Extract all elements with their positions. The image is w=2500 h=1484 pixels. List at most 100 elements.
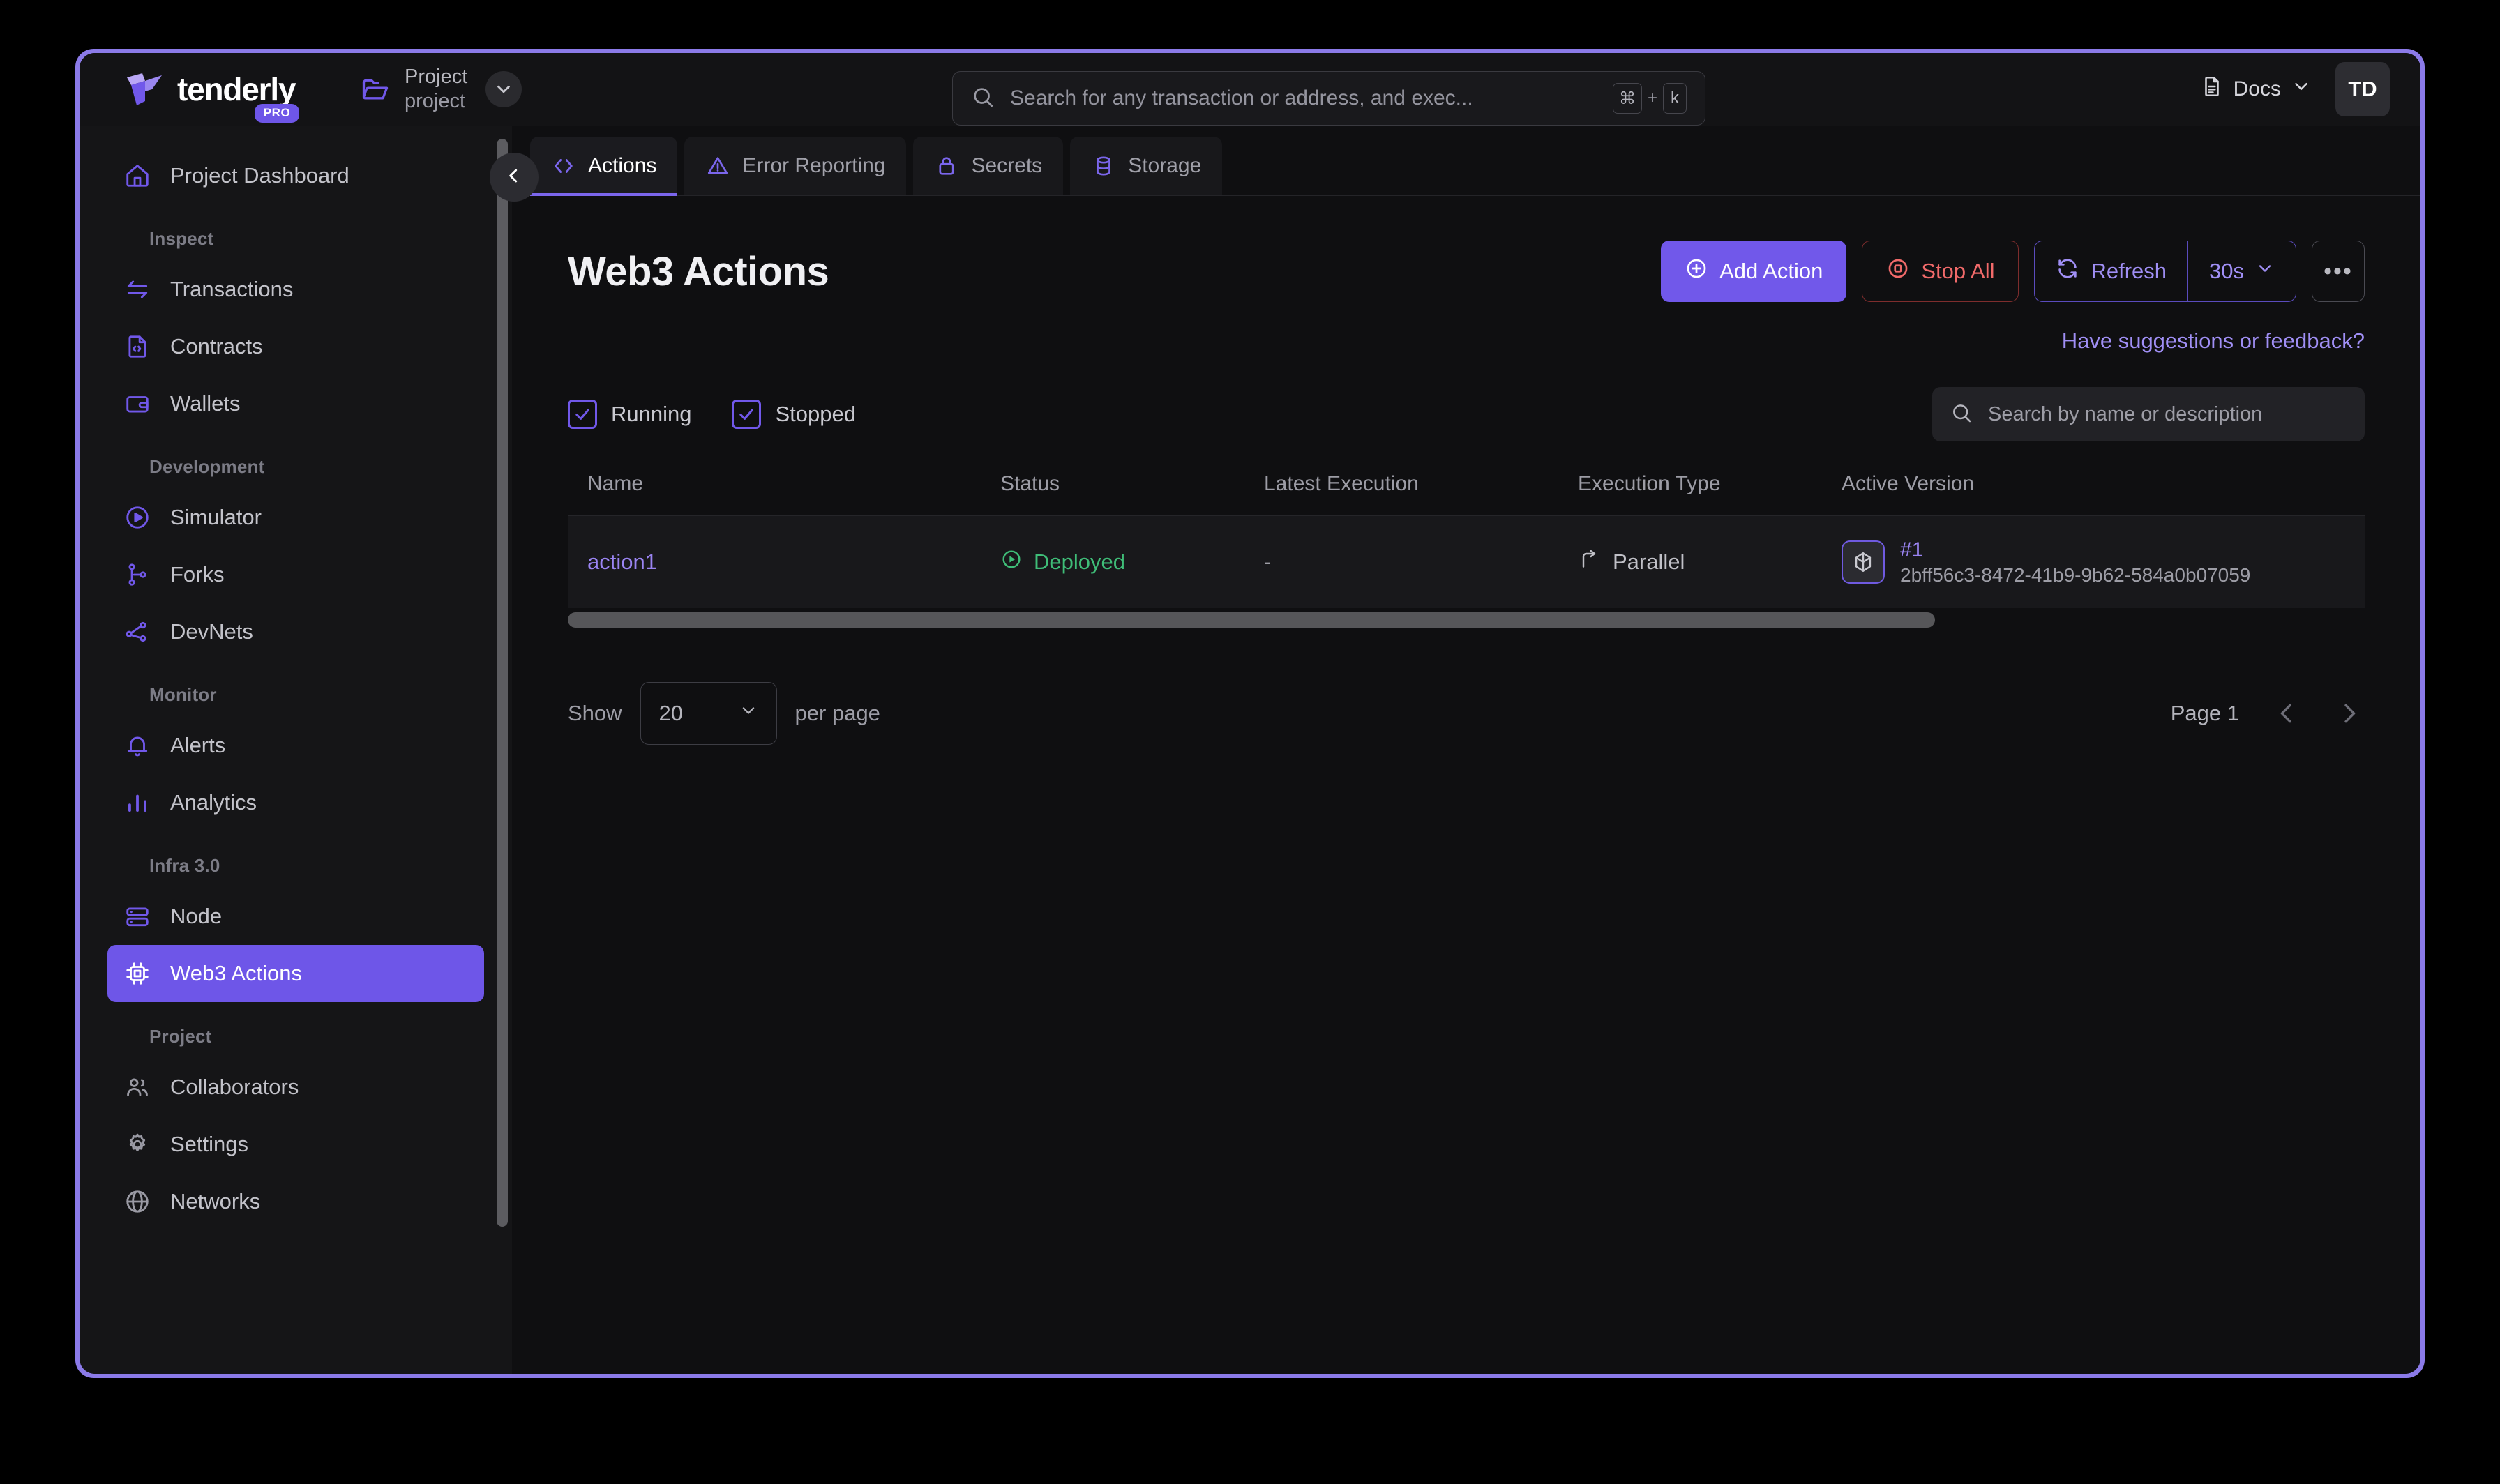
gear-icon bbox=[123, 1130, 152, 1159]
more-options-button[interactable]: ••• bbox=[2312, 241, 2365, 302]
pagination: Show 20 per page Page 1 bbox=[568, 682, 2365, 745]
feedback-row: Have suggestions or feedback? bbox=[568, 328, 2365, 354]
version-number-link[interactable]: #1 bbox=[1900, 537, 2250, 563]
sidebar-item-wallets[interactable]: Wallets bbox=[107, 375, 484, 432]
table-search-input[interactable]: Search by name or description bbox=[1932, 387, 2365, 441]
shortcut-letter-key: k bbox=[1663, 83, 1687, 114]
avatar[interactable]: TD bbox=[2335, 62, 2390, 116]
scrollbar-thumb[interactable] bbox=[568, 612, 1935, 628]
table-header-row: Name Status Latest Execution Execution T… bbox=[568, 472, 2365, 516]
add-action-label: Add Action bbox=[1719, 259, 1823, 283]
page-header: Web3 Actions Add Action Stop All Refresh… bbox=[568, 241, 2365, 302]
global-search-input[interactable]: Search for any transaction or address, a… bbox=[952, 71, 1705, 126]
sidebar-collapse-button[interactable] bbox=[490, 153, 539, 202]
table-search-placeholder: Search by name or description bbox=[1988, 402, 2263, 425]
sidebar-item-contracts[interactable]: Contracts bbox=[107, 318, 484, 375]
add-action-button[interactable]: Add Action bbox=[1661, 241, 1847, 302]
search-icon bbox=[971, 85, 995, 112]
project-selector[interactable]: Project project bbox=[360, 65, 522, 114]
play-circle-icon bbox=[1000, 548, 1023, 576]
refresh-group: Refresh 30s bbox=[2034, 241, 2296, 302]
previous-page-button[interactable] bbox=[2271, 698, 2302, 729]
play-circle-icon bbox=[123, 503, 152, 532]
shortcut-modifier-key: ⌘ bbox=[1612, 83, 1642, 114]
sidebar-item-label: Alerts bbox=[170, 733, 226, 757]
global-search-placeholder: Search for any transaction or address, a… bbox=[1010, 86, 1473, 109]
action-name-link[interactable]: action1 bbox=[587, 550, 657, 574]
sidebar-item-project-dashboard[interactable]: Project Dashboard bbox=[107, 147, 484, 204]
sidebar-item-transactions[interactable]: Transactions bbox=[107, 261, 484, 318]
tab-secrets[interactable]: Secrets bbox=[913, 137, 1064, 195]
column-header-latest-execution: Latest Execution bbox=[1264, 472, 1419, 495]
sidebar-item-forks[interactable]: Forks bbox=[107, 546, 484, 603]
git-branch-icon bbox=[123, 560, 152, 589]
body: Project Dashboard Inspect Transactions C… bbox=[80, 126, 2420, 1374]
lock-icon bbox=[934, 153, 959, 179]
sidebar-section-inspect: Inspect bbox=[149, 228, 214, 249]
sidebar-item-devnets[interactable]: DevNets bbox=[107, 603, 484, 660]
filter-row: Running Stopped Search by name or descri… bbox=[568, 387, 2365, 441]
latest-execution-value: - bbox=[1264, 550, 1272, 574]
refresh-label: Refresh bbox=[2091, 259, 2167, 283]
page-title: Web3 Actions bbox=[568, 248, 829, 294]
chip-icon bbox=[123, 959, 152, 988]
table-horizontal-scrollbar[interactable] bbox=[568, 612, 2365, 628]
version-uuid: 2bff56c3-8472-41b9-9b62-584a0b07059 bbox=[1900, 564, 2251, 586]
globe-icon bbox=[123, 1187, 152, 1216]
refresh-interval-value: 30s bbox=[2209, 259, 2244, 283]
sidebar-scrollbar[interactable] bbox=[497, 139, 508, 1227]
filter-stopped-label: Stopped bbox=[775, 402, 856, 426]
checkbox-stopped[interactable] bbox=[732, 400, 762, 429]
status-label: Deployed bbox=[1034, 550, 1125, 574]
sidebar-item-simulator[interactable]: Simulator bbox=[107, 489, 484, 546]
cell-execution-type: Parallel bbox=[1578, 548, 1842, 576]
server-icon bbox=[123, 902, 152, 931]
stop-all-label: Stop All bbox=[1921, 259, 1995, 283]
sidebar-item-label: Simulator bbox=[170, 505, 262, 529]
table-row[interactable]: action1 Deployed - Parallel #1 2bff56c3-… bbox=[568, 516, 2365, 608]
wallet-icon bbox=[123, 389, 152, 418]
sidebar-item-collaborators[interactable]: Collaborators bbox=[107, 1059, 484, 1116]
main-panel: Actions Error Reporting Secrets Storage … bbox=[512, 126, 2420, 1374]
sidebar-item-networks[interactable]: Networks bbox=[107, 1173, 484, 1230]
per-page-select[interactable]: 20 bbox=[640, 682, 777, 745]
per-page-controls: Show 20 per page bbox=[568, 682, 880, 745]
sidebar-section-development: Development bbox=[149, 456, 265, 477]
contract-file-icon bbox=[123, 332, 152, 361]
status-badge: Deployed bbox=[1000, 548, 1264, 576]
project-chevron-down-icon[interactable] bbox=[485, 71, 522, 107]
filter-running[interactable]: Running bbox=[568, 400, 691, 429]
filter-running-label: Running bbox=[611, 402, 692, 426]
tab-error-reporting[interactable]: Error Reporting bbox=[684, 137, 907, 195]
sidebar-item-label: Networks bbox=[170, 1189, 261, 1213]
sidebar-item-node[interactable]: Node bbox=[107, 888, 484, 945]
sidebar-item-settings[interactable]: Settings bbox=[107, 1116, 484, 1173]
sidebar-item-web3-actions[interactable]: Web3 Actions bbox=[107, 945, 484, 1002]
tab-label: Storage bbox=[1128, 154, 1202, 177]
sidebar-item-alerts[interactable]: Alerts bbox=[107, 717, 484, 774]
shortcut-plus: + bbox=[1647, 89, 1657, 107]
brand-logo[interactable]: tenderly PRO bbox=[80, 53, 345, 126]
cell-active-version: #1 2bff56c3-8472-41b9-9b62-584a0b07059 bbox=[1842, 537, 2365, 588]
cell-name: action1 bbox=[568, 550, 1000, 575]
stop-all-button[interactable]: Stop All bbox=[1862, 241, 2019, 302]
active-version-group: #1 2bff56c3-8472-41b9-9b62-584a0b07059 bbox=[1842, 537, 2365, 588]
chevron-down-icon bbox=[739, 701, 758, 726]
sidebar-item-label: Node bbox=[170, 904, 223, 928]
column-header-name: Name bbox=[587, 472, 644, 495]
execution-type-value-group: Parallel bbox=[1578, 548, 1842, 576]
feedback-link[interactable]: Have suggestions or feedback? bbox=[2062, 328, 2365, 354]
refresh-button[interactable]: Refresh bbox=[2035, 241, 2188, 301]
refresh-interval-select[interactable]: 30s bbox=[2188, 241, 2296, 301]
document-icon bbox=[2200, 75, 2224, 104]
docs-button[interactable]: Docs bbox=[2200, 75, 2312, 104]
next-page-button[interactable] bbox=[2334, 698, 2365, 729]
checkbox-running[interactable] bbox=[568, 400, 597, 429]
cell-latest-execution: - bbox=[1264, 550, 1578, 575]
sidebar-item-analytics[interactable]: Analytics bbox=[107, 774, 484, 831]
stop-circle-icon bbox=[1886, 257, 1910, 286]
tab-label: Secrets bbox=[971, 154, 1043, 177]
tab-storage[interactable]: Storage bbox=[1070, 137, 1223, 195]
tab-actions[interactable]: Actions bbox=[530, 137, 678, 196]
filter-stopped[interactable]: Stopped bbox=[732, 400, 856, 429]
